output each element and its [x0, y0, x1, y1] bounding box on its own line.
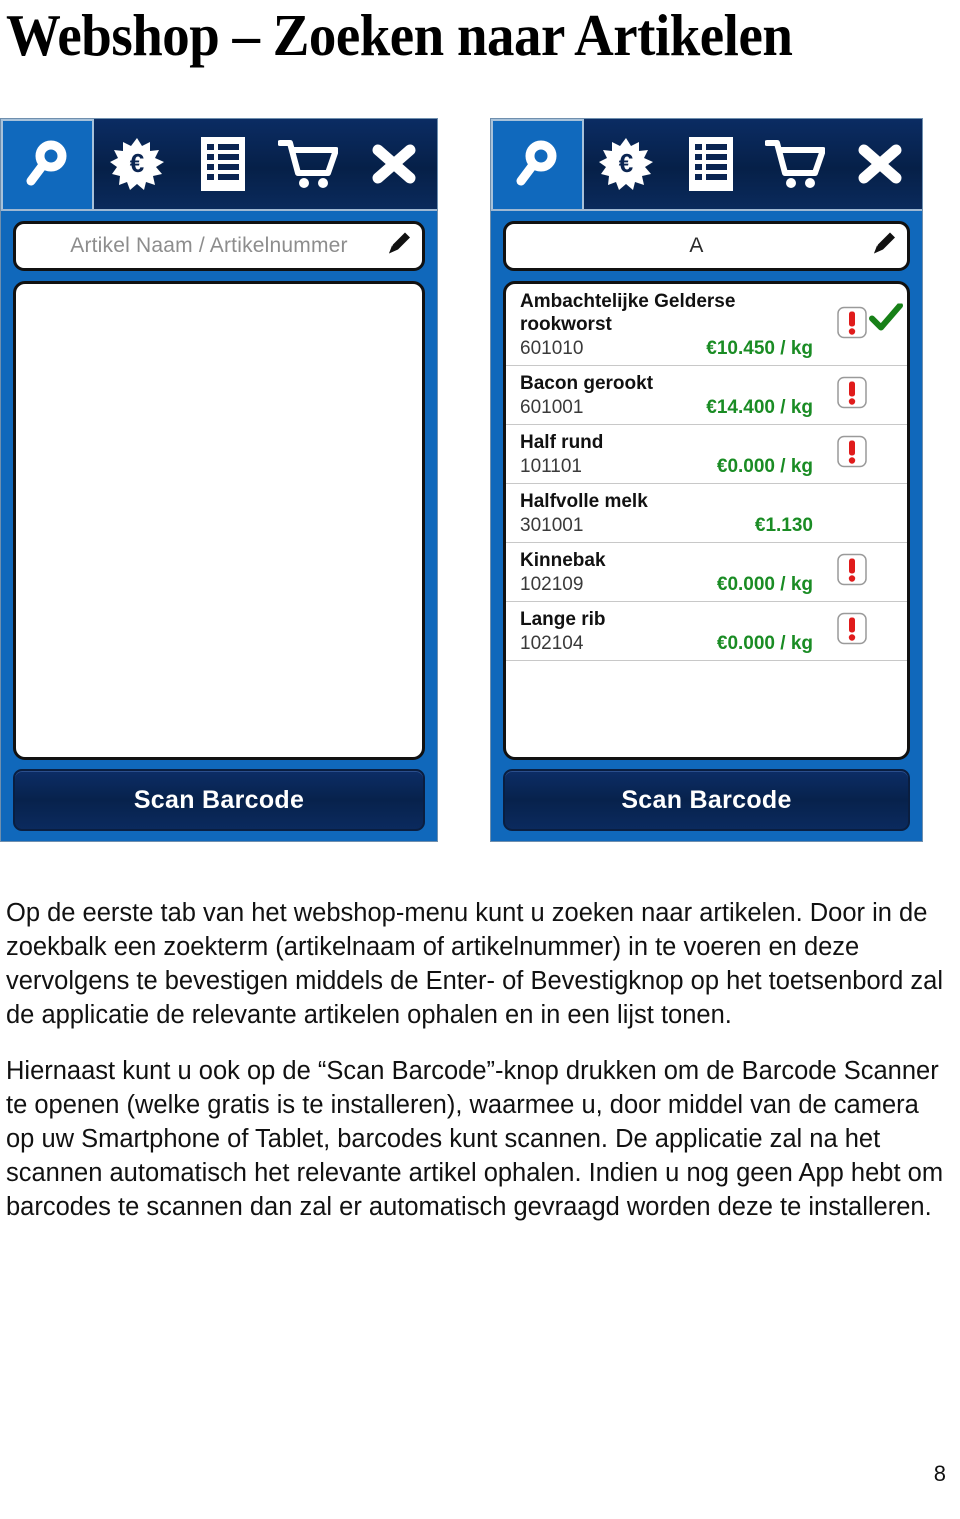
tab-search[interactable] [1, 119, 94, 209]
close-icon [856, 140, 904, 188]
table-row[interactable]: Kinnebak 102109 €0.000 / kg [506, 543, 907, 602]
product-name: Halfvolle melk [520, 491, 648, 512]
warning-icon[interactable] [837, 612, 867, 650]
cart-icon [278, 137, 339, 191]
product-price: €1.130 [754, 515, 813, 536]
screenshot-gallery: € Artikel Naam / Artikelnummer Scan Barc… [0, 118, 960, 844]
table-row[interactable]: Bacon gerookt 601001 €14.400 / kg [506, 366, 907, 425]
product-name: Ambachtelijke Gelderse rookworst [520, 291, 736, 335]
body-text: Op de eerste tab van het webshop-menu ku… [6, 896, 950, 1224]
search-placeholder-left: Artikel Naam / Artikelnummer [70, 234, 348, 257]
table-row[interactable]: Lange rib 102104 €0.000 / kg [506, 602, 907, 661]
tab-cart[interactable] [266, 119, 352, 209]
search-input-left[interactable]: Artikel Naam / Artikelnummer [13, 221, 425, 271]
close-icon [370, 140, 418, 188]
product-code: 301001 [520, 515, 584, 536]
list-icon [688, 137, 733, 191]
search-area-right: A [491, 211, 922, 271]
table-row[interactable]: Halfvolle melk 301001 €1.130 [506, 484, 907, 543]
scan-barcode-button[interactable]: Scan Barcode [503, 769, 910, 831]
product-meta: 301001 €1.130 [520, 515, 895, 537]
product-code: 601010 [520, 338, 584, 359]
results-list-right[interactable]: Ambachtelijke Gelderse rookworst 601010 €1… [503, 281, 910, 760]
search-area-left: Artikel Naam / Artikelnummer [1, 211, 437, 271]
product-name: Lange rib [520, 609, 606, 630]
product-code: 101101 [520, 456, 582, 477]
euro-burst-icon: € [599, 137, 654, 191]
euro-burst-icon: € [109, 137, 164, 191]
product-code: 102104 [520, 633, 584, 654]
warning-icon[interactable] [837, 376, 867, 414]
product-name: Half rund [520, 432, 604, 453]
search-icon [512, 139, 564, 191]
table-row[interactable]: Ambachtelijke Gelderse rookworst 601010 €1… [506, 284, 907, 366]
scan-barcode-button[interactable]: Scan Barcode [13, 769, 425, 831]
svg-text:€: € [130, 148, 144, 178]
tab-list[interactable] [180, 119, 266, 209]
scan-area-left: Scan Barcode [1, 760, 437, 841]
product-name: Kinnebak [520, 550, 606, 571]
screenshot-left-empty-search: € Artikel Naam / Artikelnummer Scan Barc… [0, 118, 438, 842]
paragraph: Op de eerste tab van het webshop-menu ku… [6, 899, 943, 1029]
scan-area-right: Scan Barcode [491, 760, 922, 841]
app-toolbar-left: € [1, 119, 437, 211]
warning-icon[interactable] [837, 306, 867, 343]
page-title: Webshop – Zoeken naar Artikelen [6, 2, 793, 68]
product-code: 601001 [520, 397, 584, 418]
svg-text:€: € [619, 148, 633, 178]
results-area-right: Ambachtelijke Gelderse rookworst 601010 €1… [491, 271, 922, 760]
tab-list[interactable] [669, 119, 754, 209]
warning-icon[interactable] [837, 553, 867, 591]
pencil-icon[interactable] [386, 231, 412, 262]
search-value-right: A [689, 234, 704, 257]
product-name: Bacon gerookt [520, 373, 654, 394]
cart-icon [765, 137, 826, 191]
warning-icon[interactable] [837, 435, 867, 473]
results-area-left [1, 271, 437, 760]
tab-offers[interactable]: € [94, 119, 180, 209]
search-icon [22, 139, 74, 191]
paragraph: Hiernaast kunt u ook op de “Scan Barcode… [6, 1057, 944, 1221]
table-row[interactable]: Half rund 101101 €0.000 / kg [506, 425, 907, 484]
tab-close[interactable] [351, 119, 437, 209]
pencil-icon[interactable] [871, 231, 897, 262]
screenshot-right-results: € A Ambachtelijke Gelderse rookworst 601… [490, 118, 923, 842]
page-number: 8 [933, 1461, 946, 1486]
list-icon [200, 137, 245, 191]
tab-offers[interactable]: € [584, 119, 669, 209]
tab-cart[interactable] [753, 119, 838, 209]
product-code: 102109 [520, 574, 584, 595]
search-input-right[interactable]: A [503, 221, 910, 271]
tab-search[interactable] [491, 119, 584, 209]
app-toolbar-right: € [491, 119, 922, 211]
tab-close[interactable] [838, 119, 923, 209]
results-list-left[interactable] [13, 281, 425, 760]
check-icon [869, 302, 903, 339]
